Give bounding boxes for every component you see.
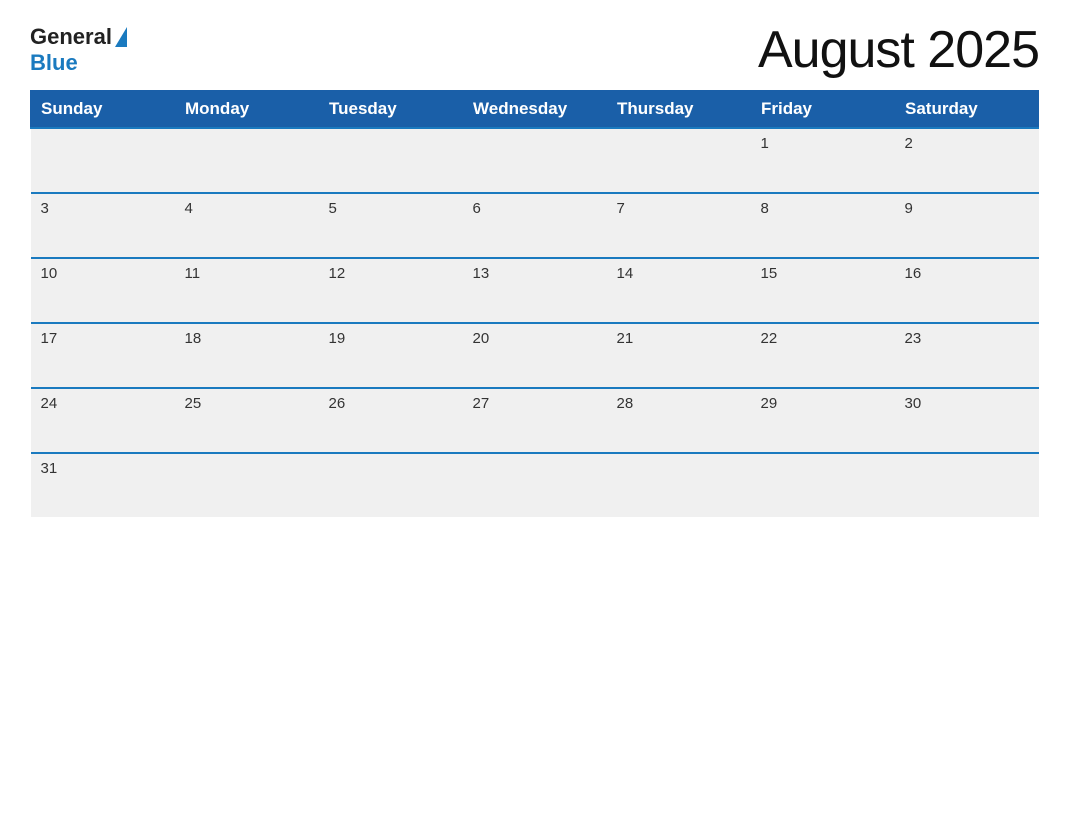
day-number: 11 [185,265,201,282]
calendar-cell: 29 [751,388,895,453]
day-number: 21 [617,330,634,347]
day-number: 9 [905,200,913,217]
logo-blue-label: Blue [30,50,78,76]
day-number: 8 [761,200,769,217]
logo-general-text: General [30,24,127,50]
day-number: 1 [761,135,769,152]
calendar-cell [607,128,751,193]
day-number: 20 [473,330,490,347]
calendar-cell: 3 [31,193,175,258]
day-number: 29 [761,395,778,412]
calendar-week-row: 17 18 19 20 21 22 23 [31,323,1039,388]
day-number: 19 [329,330,346,347]
day-number: 10 [41,265,58,282]
day-number: 16 [905,265,922,282]
calendar-cell: 17 [31,323,175,388]
calendar-cell: 25 [175,388,319,453]
calendar-cell: 26 [319,388,463,453]
day-header-saturday: Saturday [895,91,1039,129]
day-header-sunday: Sunday [31,91,175,129]
day-number: 22 [761,330,778,347]
calendar-cell [463,453,607,517]
day-number: 5 [329,200,337,217]
calendar-week-row: 10 11 12 13 14 15 16 [31,258,1039,323]
calendar-cell: 16 [895,258,1039,323]
day-number: 30 [905,395,922,412]
day-number: 12 [329,265,346,282]
calendar-cell: 4 [175,193,319,258]
day-number: 27 [473,395,490,412]
day-number: 18 [185,330,202,347]
calendar-cell: 2 [895,128,1039,193]
calendar-cell: 15 [751,258,895,323]
day-number: 17 [41,330,58,347]
month-title: August 2025 [758,20,1039,80]
logo-general-label: General [30,24,112,50]
calendar-cell: 5 [319,193,463,258]
day-number: 26 [329,395,346,412]
calendar-cell: 11 [175,258,319,323]
day-number: 28 [617,395,634,412]
day-number: 23 [905,330,922,347]
calendar-cell: 9 [895,193,1039,258]
day-number: 7 [617,200,625,217]
calendar-cell [31,128,175,193]
logo: General Blue [30,24,127,76]
calendar-cell [175,453,319,517]
day-header-monday: Monday [175,91,319,129]
day-number: 25 [185,395,202,412]
calendar-table: SundayMondayTuesdayWednesdayThursdayFrid… [30,90,1039,517]
calendar-cell: 6 [463,193,607,258]
calendar-cell [463,128,607,193]
calendar-cell: 24 [31,388,175,453]
calendar-week-row: 31 [31,453,1039,517]
day-header-friday: Friday [751,91,895,129]
day-number: 24 [41,395,58,412]
calendar-cell: 14 [607,258,751,323]
calendar-cell: 7 [607,193,751,258]
calendar-cell [319,128,463,193]
calendar-cell: 21 [607,323,751,388]
calendar-cell: 20 [463,323,607,388]
calendar-cell: 27 [463,388,607,453]
logo-triangle-icon [115,27,127,47]
calendar-cell: 19 [319,323,463,388]
day-number: 2 [905,135,913,152]
calendar-week-row: 24 25 26 27 28 29 30 [31,388,1039,453]
calendar-cell: 1 [751,128,895,193]
calendar-cell: 28 [607,388,751,453]
calendar-cell [751,453,895,517]
calendar-cell [319,453,463,517]
page-header: General Blue August 2025 [30,20,1039,80]
day-header-thursday: Thursday [607,91,751,129]
calendar-cell [175,128,319,193]
day-header-tuesday: Tuesday [319,91,463,129]
calendar-cell: 22 [751,323,895,388]
day-number: 13 [473,265,490,282]
calendar-week-row: 3 4 5 6 7 8 9 [31,193,1039,258]
day-number: 15 [761,265,778,282]
day-number: 31 [41,460,58,477]
day-number: 4 [185,200,193,217]
calendar-week-row: 12 [31,128,1039,193]
calendar-cell: 10 [31,258,175,323]
day-number: 14 [617,265,634,282]
calendar-cell [607,453,751,517]
calendar-cell: 30 [895,388,1039,453]
day-number: 3 [41,200,49,217]
calendar-cell: 31 [31,453,175,517]
calendar-cell: 18 [175,323,319,388]
calendar-cell: 12 [319,258,463,323]
calendar-cell: 23 [895,323,1039,388]
calendar-cell: 8 [751,193,895,258]
calendar-cell: 13 [463,258,607,323]
calendar-header-row: SundayMondayTuesdayWednesdayThursdayFrid… [31,91,1039,129]
day-header-wednesday: Wednesday [463,91,607,129]
day-number: 6 [473,200,481,217]
calendar-cell [895,453,1039,517]
